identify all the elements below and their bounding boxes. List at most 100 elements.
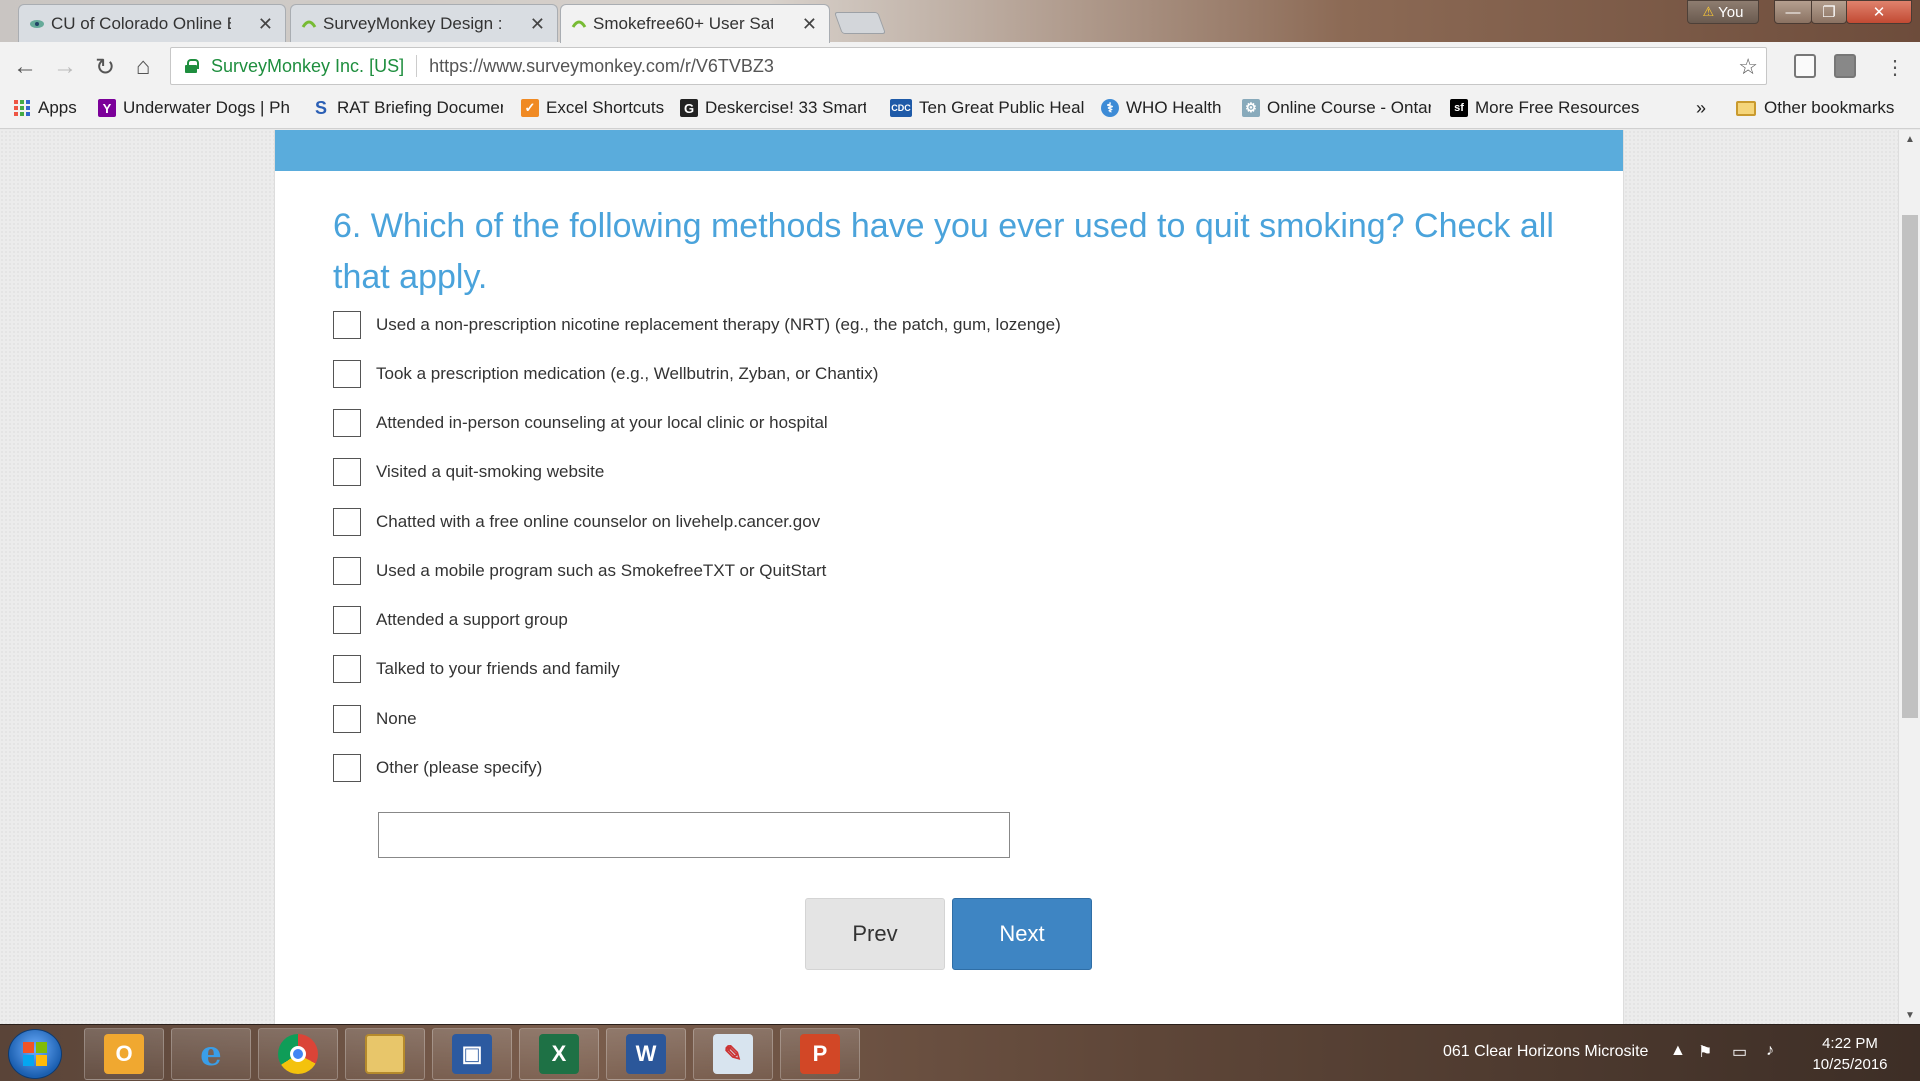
action-center-flag-icon[interactable]: ⚑ [1698,1042,1712,1062]
arrow-right-icon: → [53,53,77,80]
profile-button[interactable]: ⚠ You [1687,0,1759,24]
site-identity[interactable]: SurveyMonkey Inc. [US] [211,56,404,77]
taskbar-remote-desktop[interactable]: ▣ [432,1028,512,1080]
bookmark-label: Other bookmarks [1764,98,1895,117]
taskbar-outlook[interactable]: O [84,1028,164,1080]
tab-cu-colorado[interactable]: CU of Colorado Online B ✕ [18,4,286,42]
other-bookmarks-folder[interactable]: Other bookmarks [1736,98,1894,118]
browser-toolbar: ← → ↻ ⌂ SurveyMonkey Inc. [US] https://w… [0,42,1920,92]
extension-document-icon[interactable] [1794,54,1816,78]
checkbox[interactable] [333,458,361,486]
internet-explorer-icon: e [200,1034,222,1074]
option-other[interactable]: Other (please specify) [333,753,542,783]
checkbox[interactable] [333,754,361,782]
system-clock[interactable]: 4:22 PM 10/25/2016 [1800,1033,1900,1075]
option-label[interactable]: Used a non-prescription nicotine replace… [376,315,1061,335]
option-support-group[interactable]: Attended a support group [333,605,568,635]
new-tab-button[interactable] [833,12,887,34]
option-label[interactable]: Attended in-person counseling at your lo… [376,413,828,433]
taskbar-internet-explorer[interactable]: e [171,1028,251,1080]
warning-icon: ⚠ [1702,4,1715,19]
url-text[interactable]: https://www.surveymonkey.com/r/V6TVBZ3 [429,56,774,77]
option-mobile-program[interactable]: Used a mobile program such as SmokefreeT… [333,556,826,586]
show-hidden-icons-icon[interactable]: ▲ [1670,1042,1686,1060]
bookmark-excel-shortcuts[interactable]: ✓ Excel Shortcuts [521,98,664,118]
clock-date: 10/25/2016 [1812,1056,1888,1073]
option-friends-family[interactable]: Talked to your friends and family [333,654,620,684]
taskbar-powerpoint[interactable]: P [780,1028,860,1080]
taskbar-file-explorer[interactable] [345,1028,425,1080]
volume-icon[interactable]: ♪ [1766,1042,1774,1060]
maximize-button[interactable]: ❐ [1811,0,1847,24]
option-prescription[interactable]: Took a prescription medication (e.g., We… [333,359,878,389]
checkbox[interactable] [333,557,361,585]
option-label[interactable]: Other (please specify) [376,758,542,778]
home-button[interactable]: ⌂ [128,52,158,82]
option-label[interactable]: Used a mobile program such as SmokefreeT… [376,561,826,581]
bookmark-rat-briefing[interactable]: S RAT Briefing Documen [312,98,503,118]
scroll-down-icon[interactable]: ▼ [1899,1006,1920,1024]
tab-title: Smokefree60+ User Satis [593,14,773,33]
next-button[interactable]: Next [952,898,1092,970]
word-icon: W [626,1034,666,1074]
tab-surveymonkey-design[interactable]: SurveyMonkey Design : S ✕ [290,4,558,42]
bookmark-star-icon[interactable]: ☆ [1738,54,1758,80]
checkbox[interactable] [333,508,361,536]
bookmark-online-course[interactable]: ⚙ Online Course - Ontar [1242,98,1431,118]
page-scrollbar[interactable]: ▲ ▼ [1898,130,1920,1024]
start-button[interactable] [8,1029,62,1079]
checkbox[interactable] [333,311,361,339]
prev-button[interactable]: Prev [805,898,945,970]
forward-button[interactable]: → [50,52,80,82]
network-icon[interactable]: ▭ [1732,1042,1747,1062]
tab-close-icon[interactable]: ✕ [258,14,273,35]
bookmark-apps[interactable]: Apps [14,98,77,118]
tray-toolbar-label[interactable]: 061 Clear Horizons Microsite [1443,1043,1648,1061]
option-website[interactable]: Visited a quit-smoking website [333,457,604,487]
bookmark-label: Online Course - Ontar [1267,98,1431,117]
checkbox[interactable] [333,705,361,733]
chrome-menu-button[interactable]: ⋮ [1880,52,1910,82]
taskbar-paint[interactable]: ✎ [693,1028,773,1080]
option-label[interactable]: Chatted with a free online counselor on … [376,512,820,532]
option-none[interactable]: None [333,704,417,734]
scrollbar-thumb[interactable] [1902,215,1918,718]
tab-close-icon[interactable]: ✕ [802,14,817,35]
bookmark-label: Ten Great Public Heal [919,98,1084,117]
scroll-up-icon[interactable]: ▲ [1899,130,1920,148]
bookmark-who-health[interactable]: ⚕ WHO Health [1101,98,1221,118]
back-button[interactable]: ← [10,52,40,82]
option-nrt[interactable]: Used a non-prescription nicotine replace… [333,310,1061,340]
tab-close-icon[interactable]: ✕ [530,14,545,35]
file-explorer-icon [365,1034,405,1074]
close-window-button[interactable]: ✕ [1846,0,1912,24]
checkbox[interactable] [333,360,361,388]
reload-button[interactable]: ↻ [90,52,120,82]
tab-smokefree60[interactable]: Smokefree60+ User Satis ✕ [560,4,830,43]
bookmark-public-health[interactable]: CDC Ten Great Public Heal [890,98,1084,118]
taskbar-word[interactable]: W [606,1028,686,1080]
option-label[interactable]: None [376,709,417,729]
other-specify-input[interactable] [378,812,1010,858]
minimize-button[interactable]: — [1774,0,1812,24]
bookmark-more-free-resources[interactable]: sf More Free Resources [1450,98,1639,118]
checkbox[interactable] [333,409,361,437]
taskbar-chrome[interactable] [258,1028,338,1080]
cdc-icon: CDC [890,99,912,117]
option-label[interactable]: Attended a support group [376,610,568,630]
option-label[interactable]: Took a prescription medication (e.g., We… [376,364,878,384]
option-label[interactable]: Talked to your friends and family [376,659,620,679]
checkbox[interactable] [333,606,361,634]
bookmark-deskercise[interactable]: G Deskercise! 33 Smart [680,98,866,118]
apps-grid-icon [14,100,30,116]
address-bar[interactable]: SurveyMonkey Inc. [US] https://www.surve… [170,47,1767,85]
extension-square-icon[interactable] [1834,54,1856,78]
g-plus-icon: G [680,99,698,117]
option-online-counselor[interactable]: Chatted with a free online counselor on … [333,507,820,537]
bookmark-underwater-dogs[interactable]: Y Underwater Dogs | Ph [98,98,291,118]
checkbox[interactable] [333,655,361,683]
bookmarks-overflow-button[interactable]: » [1696,98,1706,119]
option-label[interactable]: Visited a quit-smoking website [376,462,604,482]
option-counseling[interactable]: Attended in-person counseling at your lo… [333,408,828,438]
taskbar-excel[interactable]: X [519,1028,599,1080]
